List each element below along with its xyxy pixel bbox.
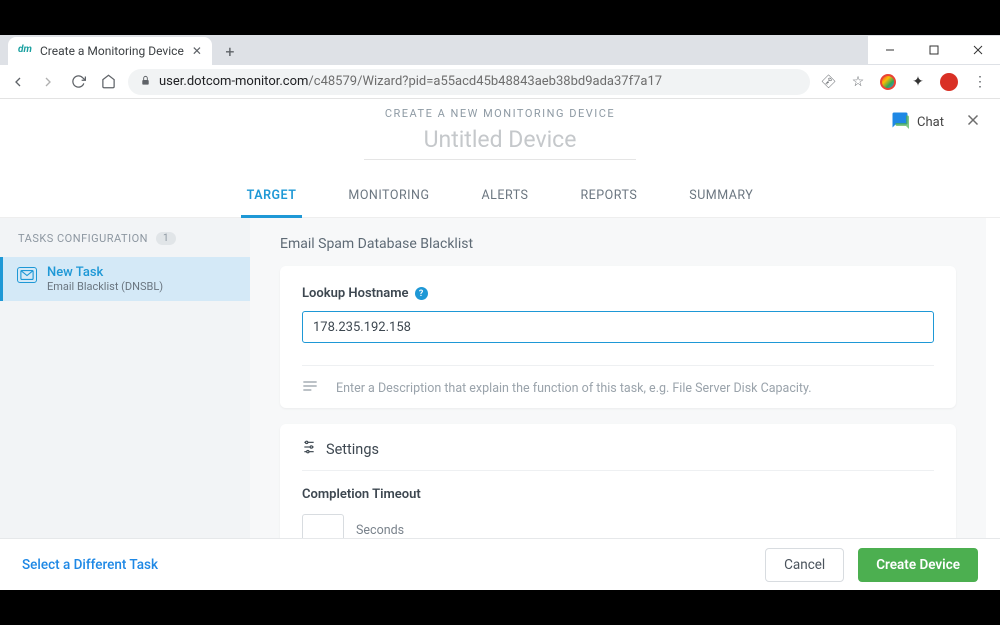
scrollbar-thumb[interactable] [987, 218, 999, 328]
puzzle-icon[interactable]: ✦ [910, 74, 926, 90]
section-title: Email Spam Database Blacklist [280, 236, 956, 252]
create-device-button[interactable]: Create Device [858, 548, 978, 582]
task-subtitle: Email Blacklist (DNSBL) [47, 280, 163, 293]
timeout-label: Completion Timeout [302, 487, 934, 502]
envelope-icon [17, 267, 37, 283]
tab-reports[interactable]: REPORTS [574, 178, 643, 217]
home-button[interactable] [98, 72, 118, 92]
timeout-unit: Seconds [356, 523, 404, 538]
window-minimize-button[interactable] [868, 36, 912, 64]
bookmark-star-icon[interactable]: ☆ [850, 74, 866, 90]
device-name-input[interactable]: Untitled Device [364, 126, 637, 160]
tab-summary[interactable]: SUMMARY [683, 178, 759, 217]
favicon-icon: dm [18, 44, 32, 58]
chat-button[interactable]: Chat [891, 111, 944, 133]
sidebar-heading: TASKS CONFIGURATION [18, 232, 148, 245]
timeout-input[interactable] [302, 514, 344, 538]
new-tab-button[interactable]: + [218, 39, 242, 63]
notes-icon [302, 380, 318, 396]
url-path: /c48579/Wizard?pid=a55acd45b48843aeb38bd… [308, 74, 662, 89]
cancel-button[interactable]: Cancel [765, 548, 844, 582]
task-count-badge: 1 [156, 232, 176, 245]
description-input[interactable]: Enter a Description that explain the fun… [336, 381, 812, 396]
url-host: user.dotcom-monitor.com [159, 74, 308, 89]
tab-target[interactable]: TARGET [241, 178, 303, 218]
chat-icon [891, 111, 909, 133]
sidebar-task-item[interactable]: New Task Email Blacklist (DNSBL) [0, 257, 250, 301]
select-different-task-link[interactable]: Select a Different Task [22, 557, 158, 573]
wizard-tabs: TARGET MONITORING ALERTS REPORTS SUMMARY [0, 178, 1000, 218]
window-maximize-button[interactable] [912, 36, 956, 64]
page-header: CREATE A NEW MONITORING DEVICE Untitled … [0, 99, 1000, 218]
footer-bar: Select a Different Task Cancel Create De… [0, 538, 1000, 590]
close-tab-icon[interactable]: ✕ [192, 44, 202, 58]
extension-icon[interactable] [880, 74, 896, 90]
browser-toolbar: user.dotcom-monitor.com/c48579/Wizard?pi… [0, 65, 1000, 99]
help-icon[interactable]: ? [415, 287, 428, 300]
window-close-button[interactable] [956, 36, 1000, 64]
tab-monitoring[interactable]: MONITORING [342, 178, 435, 217]
page-subtitle: CREATE A NEW MONITORING DEVICE [0, 107, 1000, 120]
browser-tab[interactable]: dm Create a Monitoring Device ✕ [8, 37, 212, 65]
profile-avatar[interactable] [940, 73, 958, 91]
key-icon[interactable]: ⚿ [817, 70, 840, 93]
settings-card: Settings Completion Timeout Seconds Task… [280, 424, 956, 538]
more-menu-icon[interactable]: ⋮ [972, 74, 988, 90]
browser-tabstrip: dm Create a Monitoring Device ✕ + [0, 35, 1000, 65]
scrollbar-track[interactable] [986, 218, 1000, 538]
chat-label: Chat [917, 115, 944, 130]
task-title: New Task [47, 265, 163, 280]
reload-button[interactable] [68, 72, 88, 92]
hostname-label: Lookup Hostname [302, 286, 409, 301]
hostname-input[interactable] [302, 311, 934, 343]
back-button[interactable] [8, 72, 28, 92]
close-wizard-button[interactable] [964, 111, 982, 133]
hostname-card: Lookup Hostname ? Enter a Description th… [280, 266, 956, 408]
main-content: Email Spam Database Blacklist Lookup Hos… [250, 218, 986, 538]
tab-title: Create a Monitoring Device [40, 44, 184, 58]
lock-icon [140, 75, 151, 89]
sidebar: TASKS CONFIGURATION 1 New Task Email Bla… [0, 218, 250, 538]
tab-alerts[interactable]: ALERTS [475, 178, 534, 217]
sliders-icon [302, 440, 316, 458]
forward-button[interactable] [38, 72, 58, 92]
settings-heading: Settings [326, 441, 379, 458]
address-bar[interactable]: user.dotcom-monitor.com/c48579/Wizard?pi… [128, 69, 810, 95]
